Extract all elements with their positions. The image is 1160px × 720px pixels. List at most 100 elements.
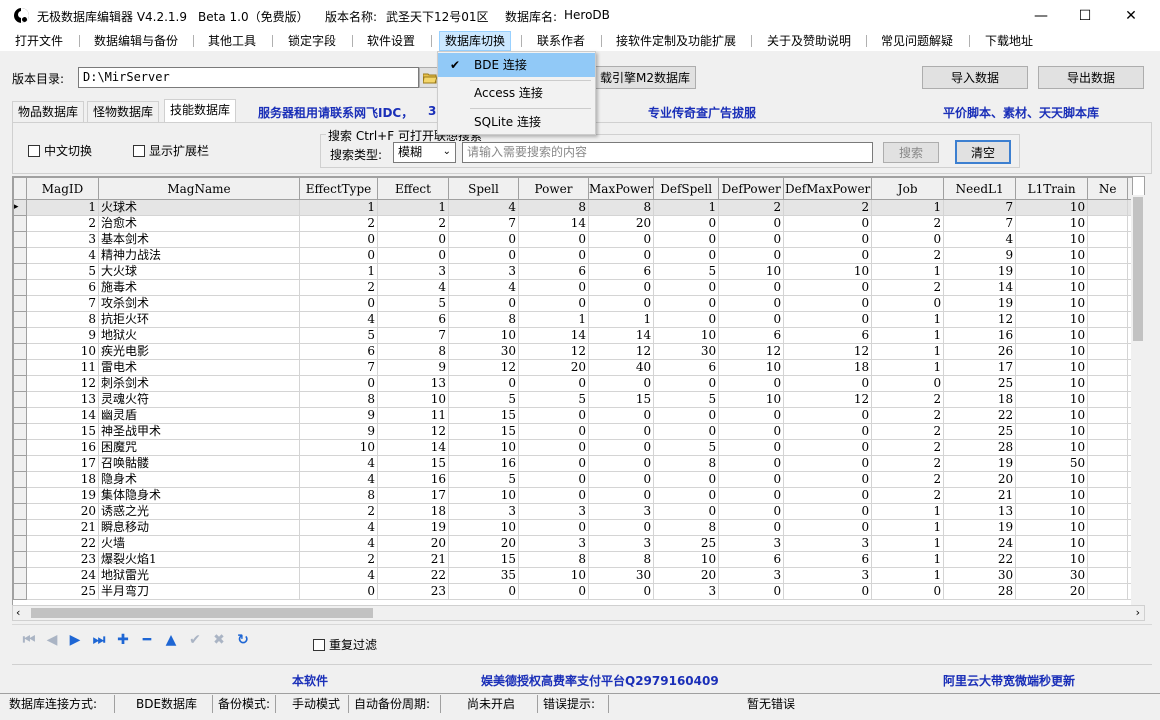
grid-cell[interactable]	[1087, 583, 1129, 600]
grid-cell[interactable]: 1	[299, 263, 378, 280]
grid-cell[interactable]: 5	[653, 439, 720, 456]
grid-cell[interactable]: 6	[299, 343, 378, 360]
grid-cell[interactable]: 0	[587, 439, 655, 456]
row-indicator[interactable]	[13, 551, 27, 568]
grid-cell[interactable]: 0	[653, 279, 720, 296]
grid-cell[interactable]: 0	[653, 471, 720, 488]
grid-cell[interactable]: 0	[783, 279, 873, 296]
grid-cell[interactable]: 0	[783, 583, 873, 600]
cancel-record-icon[interactable]: ✖	[210, 631, 228, 649]
grid-cell[interactable]: 18	[377, 503, 449, 520]
grid-cell[interactable]	[1087, 407, 1129, 424]
scroll-left-icon[interactable]: ‹	[16, 606, 20, 619]
table-row[interactable]: 11 雷电术 7 9 12 20 40 6 10 18 1 17 10	[13, 359, 1134, 376]
grid-cell[interactable]: 4	[26, 247, 99, 264]
grid-cell[interactable]	[1087, 455, 1129, 472]
dir-input[interactable]: D:\MirServer	[78, 67, 419, 88]
menu-other-tools[interactable]: 其他工具	[208, 33, 256, 49]
grid-cell[interactable]: 刺杀剑术	[98, 375, 300, 392]
grid-cell[interactable]: 3	[718, 535, 785, 552]
grid-cell[interactable]: 0	[718, 279, 785, 296]
grid-cell[interactable]: 3	[26, 231, 99, 248]
grid-cell[interactable]: 爆裂火焰1	[98, 551, 300, 568]
table-row[interactable]: 17 召唤骷髅 4 15 16 0 0 8 0 0 2 19 50	[13, 455, 1134, 472]
column-header[interactable]: DefPower	[718, 177, 785, 200]
row-indicator[interactable]	[13, 535, 27, 552]
grid-cell[interactable]: 30	[653, 343, 720, 360]
menu-data-edit-backup[interactable]: 数据编辑与备份	[94, 33, 178, 49]
grid-cell[interactable]: 2	[299, 503, 378, 520]
grid-cell[interactable]: 11	[26, 359, 99, 376]
grid-cell[interactable]: 0	[718, 519, 785, 536]
grid-cell[interactable]: 26	[943, 343, 1017, 360]
row-indicator[interactable]	[13, 295, 27, 312]
grid-cell[interactable]: 0	[718, 487, 785, 504]
banner-aliyun[interactable]: 阿里云大带宽微端秒更新	[943, 672, 1075, 689]
grid-cell[interactable]: 14	[377, 439, 449, 456]
grid-cell[interactable]: 20	[653, 567, 720, 584]
grid-cell[interactable]: 0	[783, 439, 873, 456]
grid-cell[interactable]: 0	[587, 231, 655, 248]
table-row[interactable]: 4 精神力战法 0 0 0 0 0 0 0 0 2 9 10	[13, 247, 1134, 264]
grid-cell[interactable]: 火墙	[98, 535, 300, 552]
grid-cell[interactable]: 0	[587, 375, 655, 392]
grid-cell[interactable]: 20	[26, 503, 99, 520]
grid-cell[interactable]: 5	[448, 391, 519, 408]
grid-cell[interactable]: 4	[448, 279, 519, 296]
grid-cell[interactable]: 0	[718, 423, 785, 440]
grid-cell[interactable]: 精神力战法	[98, 247, 300, 264]
table-row[interactable]: 21 瞬息移动 4 19 10 0 0 8 0 0 1 19 10	[13, 519, 1134, 536]
grid-cell[interactable]: 0	[871, 231, 945, 248]
grid-cell[interactable]: 4	[299, 311, 378, 328]
grid-cell[interactable]: 治愈术	[98, 215, 300, 232]
grid-cell[interactable]: 2	[871, 455, 945, 472]
grid-cell[interactable]: 0	[718, 455, 785, 472]
grid-cell[interactable]: 6	[518, 263, 589, 280]
grid-cell[interactable]	[1087, 567, 1129, 584]
grid-cell[interactable]: 12	[587, 343, 655, 360]
grid-cell[interactable]: 0	[718, 439, 785, 456]
row-indicator[interactable]	[13, 375, 27, 392]
grid-cell[interactable]: 攻杀剑术	[98, 295, 300, 312]
grid-cell[interactable]: 10	[448, 327, 519, 344]
grid-cell[interactable]: 5	[377, 295, 449, 312]
grid-cell[interactable]: 0	[653, 295, 720, 312]
table-row[interactable]: 19 集体隐身术 8 17 10 0 0 0 0 0 2 21 10	[13, 487, 1134, 504]
grid-cell[interactable]: 21	[377, 551, 449, 568]
grid-cell[interactable]: 0	[518, 407, 589, 424]
row-indicator[interactable]	[13, 263, 27, 280]
grid-cell[interactable]: 0	[518, 519, 589, 536]
grid-cell[interactable]: 10	[1015, 279, 1089, 296]
grid-cell[interactable]: 14	[26, 407, 99, 424]
grid-cell[interactable]: 0	[518, 279, 589, 296]
grid-cell[interactable]: 2	[871, 471, 945, 488]
column-header[interactable]: L1Train	[1015, 177, 1089, 200]
grid-cell[interactable]: 3	[718, 567, 785, 584]
menu-open-file[interactable]: 打开文件	[15, 33, 63, 49]
tab-skill-db[interactable]: 技能数据库	[164, 99, 237, 123]
grid-cell[interactable]: 17	[377, 487, 449, 504]
grid-cell[interactable]: 12	[943, 311, 1017, 328]
vscroll-thumb[interactable]	[1133, 197, 1143, 341]
search-button[interactable]: 搜索	[883, 142, 939, 163]
column-header[interactable]: Ne	[1087, 177, 1129, 200]
grid-cell[interactable]: 0	[518, 247, 589, 264]
grid-cell[interactable]: 7	[943, 215, 1017, 232]
grid-cell[interactable]: 3	[587, 503, 655, 520]
column-header[interactable]: MagName	[98, 177, 300, 200]
grid-cell[interactable]	[1087, 199, 1129, 216]
maximize-icon[interactable]: ☐	[1062, 0, 1108, 31]
table-row[interactable]: 16 困魔咒 10 14 10 0 0 5 0 0 2 28 10	[13, 439, 1134, 456]
column-header[interactable]: Job	[871, 177, 945, 200]
grid-cell[interactable]: 5	[448, 471, 519, 488]
grid-cell[interactable]: 16	[943, 327, 1017, 344]
grid-cell[interactable]: 0	[587, 407, 655, 424]
grid-cell[interactable]: 13	[26, 391, 99, 408]
grid-cell[interactable]: 6	[718, 551, 785, 568]
table-row[interactable]: 3 基本剑术 0 0 0 0 0 0 0 0 0 4 10	[13, 231, 1134, 248]
column-header[interactable]: DefMaxPower	[783, 177, 873, 200]
column-header[interactable]: DefSpell	[653, 177, 720, 200]
grid-cell[interactable]: 16	[26, 439, 99, 456]
grid-cell[interactable]: 0	[653, 311, 720, 328]
grid-cell[interactable]: 0	[718, 471, 785, 488]
